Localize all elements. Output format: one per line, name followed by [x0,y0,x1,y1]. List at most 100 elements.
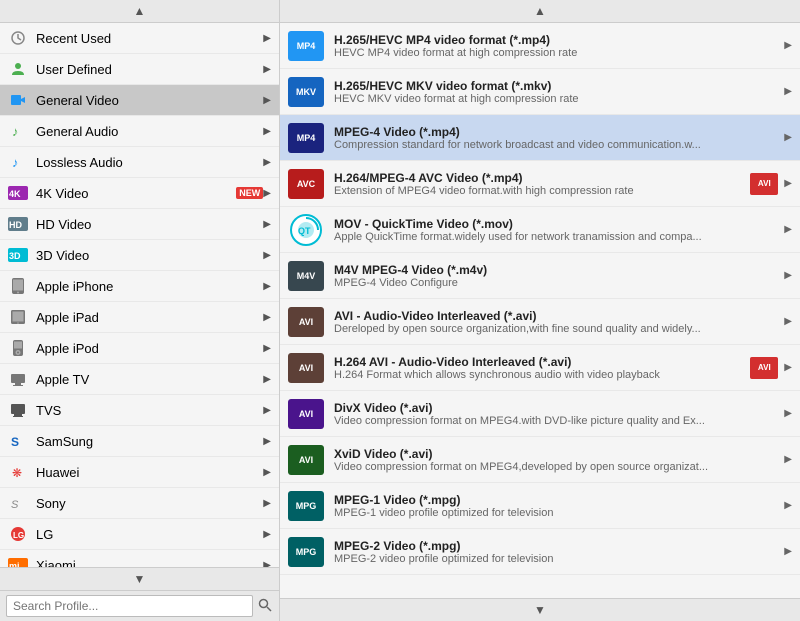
format-item-h265-mp4[interactable]: MP4H.265/HEVC MP4 video format (*.mp4)HE… [280,23,800,69]
sidebar-item-apple-iphone[interactable]: Apple iPhone▶ [0,271,279,302]
apple-ipod-arrow: ▶ [263,343,271,354]
xiaomi-icon: mi [8,555,28,567]
xvid-format-icon: AVI [288,445,324,475]
mpeg1-text: MPEG-1 Video (*.mpg)MPEG-1 video profile… [334,493,778,519]
right-panel: ▲ MP4H.265/HEVC MP4 video format (*.mp4)… [280,0,800,621]
sidebar-item-xiaomi[interactable]: miXiaomi▶ [0,550,279,567]
mov-format-icon: QT [288,215,324,245]
samsung-label: SamSung [36,434,263,449]
avi-text: AVI - Audio-Video Interleaved (*.avi)Der… [334,309,778,335]
hd-video-icon: HD [8,214,28,234]
sidebar-item-sony[interactable]: SSony▶ [0,488,279,519]
format-item-h264-avi[interactable]: AVIH.264 AVI - Audio-Video Interleaved (… [280,345,800,391]
general-audio-arrow: ▶ [263,126,271,137]
3d-video-arrow: ▶ [263,250,271,261]
svg-text:4K: 4K [9,189,21,199]
h265-mkv-title: H.265/HEVC MKV video format (*.mkv) [334,79,778,93]
format-item-mpeg2[interactable]: MPGMPEG-2 Video (*.mpg)MPEG-2 video prof… [280,529,800,575]
svg-text:♪: ♪ [12,155,19,170]
3d-video-icon: 3D [8,245,28,265]
h264-avi-title: H.264 AVI - Audio-Video Interleaved (*.a… [334,355,744,369]
svg-text:HD: HD [9,220,22,230]
4k-video-label: 4K Video [36,186,232,201]
h265-mp4-arrow: ▶ [784,40,792,51]
h265-mkv-desc: HEVC MKV video format at high compressio… [334,93,764,105]
3d-video-label: 3D Video [36,248,263,263]
apple-tv-icon [8,369,28,389]
right-scroll-up-button[interactable]: ▲ [280,0,800,23]
apple-ipod-label: Apple iPod [36,341,263,356]
h265-mp4-title: H.265/HEVC MP4 video format (*.mp4) [334,33,778,47]
4k-video-arrow: ▶ [263,188,271,199]
right-scroll-up-icon: ▲ [534,4,546,18]
mpeg2-title: MPEG-2 Video (*.mpg) [334,539,778,553]
sidebar-item-recent-used[interactable]: Recent Used▶ [0,23,279,54]
search-icon[interactable] [257,597,273,616]
format-item-m4v[interactable]: M4VM4V MPEG-4 Video (*.m4v)MPEG-4 Video … [280,253,800,299]
format-item-avi[interactable]: AVIAVI - Audio-Video Interleaved (*.avi)… [280,299,800,345]
mpeg4-mp4-arrow: ▶ [784,132,792,143]
h265-mkv-text: H.265/HEVC MKV video format (*.mkv)HEVC … [334,79,778,105]
lg-label: LG [36,527,263,542]
huawei-arrow: ▶ [263,467,271,478]
right-items-list: MP4H.265/HEVC MP4 video format (*.mp4)HE… [280,23,800,598]
apple-ipad-label: Apple iPad [36,310,263,325]
format-item-mpeg4-mp4[interactable]: MP4MPEG-4 Video (*.mp4)Compression stand… [280,115,800,161]
apple-tv-arrow: ▶ [263,374,271,385]
general-audio-label: General Audio [36,124,263,139]
user-defined-arrow: ▶ [263,64,271,75]
sidebar-item-tvs[interactable]: TVS▶ [0,395,279,426]
mpeg1-arrow: ▶ [784,500,792,511]
search-bar [0,590,279,621]
sidebar-item-huawei[interactable]: ❋Huawei▶ [0,457,279,488]
format-item-divx[interactable]: AVIDivX Video (*.avi)Video compression f… [280,391,800,437]
svg-text:♪: ♪ [12,124,19,139]
format-item-h265-mkv[interactable]: MKV H.265/HEVC MKV video format (*.mkv)HE… [280,69,800,115]
main-container: ▲ Recent Used▶User Defined▶General Video… [0,0,800,621]
huawei-label: Huawei [36,465,263,480]
xvid-desc: Video compression format on MPEG4,develo… [334,461,764,473]
right-scroll-down-button[interactable]: ▼ [280,598,800,621]
format-item-xvid[interactable]: AVIXviD Video (*.avi)Video compression f… [280,437,800,483]
h265-mkv-format-icon: MKV [288,77,324,107]
lossless-audio-label: Lossless Audio [36,155,263,170]
svg-text:S: S [11,435,19,449]
sidebar-item-apple-ipod[interactable]: Apple iPod▶ [0,333,279,364]
left-scroll-up-button[interactable]: ▲ [0,0,279,23]
sidebar-item-apple-ipad[interactable]: Apple iPad▶ [0,302,279,333]
format-item-mpeg1[interactable]: MPGMPEG-1 Video (*.mpg)MPEG-1 video prof… [280,483,800,529]
user-defined-label: User Defined [36,62,263,77]
sidebar-item-hd-video[interactable]: HDHD Video▶ [0,209,279,240]
mpeg1-title: MPEG-1 Video (*.mpg) [334,493,778,507]
sidebar-item-samsung[interactable]: SSamSung▶ [0,426,279,457]
search-input[interactable] [6,595,253,617]
sidebar-item-3d-video[interactable]: 3D 3D Video▶ [0,240,279,271]
divx-text: DivX Video (*.avi)Video compression form… [334,401,778,427]
mov-desc: Apple QuickTime format.widely used for n… [334,231,764,243]
sidebar-item-apple-tv[interactable]: Apple TV▶ [0,364,279,395]
sidebar-item-general-audio[interactable]: ♪ General Audio▶ [0,116,279,147]
general-video-label: General Video [36,93,263,108]
sidebar-item-lossless-audio[interactable]: ♪Lossless Audio▶ [0,147,279,178]
xiaomi-label: Xiaomi [36,558,263,568]
sidebar-item-user-defined[interactable]: User Defined▶ [0,54,279,85]
recent-used-arrow: ▶ [263,33,271,44]
h265-mp4-desc: HEVC MP4 video format at high compressio… [334,47,764,59]
format-item-mov[interactable]: QTMOV - QuickTime Video (*.mov)Apple Qui… [280,207,800,253]
sidebar-item-general-video[interactable]: General Video▶ [0,85,279,116]
sidebar-item-lg[interactable]: LGLG▶ [0,519,279,550]
m4v-title: M4V MPEG-4 Video (*.m4v) [334,263,778,277]
general-audio-icon: ♪ [8,121,28,141]
h264-mp4-title: H.264/MPEG-4 AVC Video (*.mp4) [334,171,744,185]
format-item-h264-mp4[interactable]: AVCH.264/MPEG-4 AVC Video (*.mp4)Extensi… [280,161,800,207]
avi-desc: Dereloped by open source organization,wi… [334,323,764,335]
avi-title: AVI - Audio-Video Interleaved (*.avi) [334,309,778,323]
sony-icon: S [8,493,28,513]
h264-avi-arrow: ▶ [784,362,792,373]
left-scroll-down-button[interactable]: ▼ [0,567,279,590]
apple-ipad-arrow: ▶ [263,312,271,323]
lossless-audio-icon: ♪ [8,152,28,172]
apple-iphone-icon [8,276,28,296]
left-items-list: Recent Used▶User Defined▶General Video▶♪… [0,23,279,567]
sidebar-item-4k-video[interactable]: 4K4K VideoNEW▶ [0,178,279,209]
